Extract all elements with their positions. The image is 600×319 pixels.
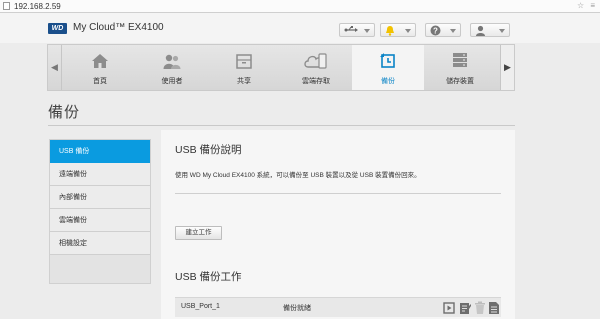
- user-menu-button[interactable]: [470, 23, 510, 37]
- nav-label: 雲端存取: [302, 78, 330, 85]
- cloud-access-icon: [304, 52, 328, 70]
- help-menu-button[interactable]: ?: [425, 23, 461, 37]
- sidebar-item-usb-backup[interactable]: USB 備份: [50, 140, 150, 163]
- edit-icon[interactable]: [459, 301, 471, 315]
- wd-logo: WD: [48, 23, 67, 34]
- main-content: USB 備份說明 使用 WD My Cloud EX4100 系統，可以備份至 …: [161, 130, 515, 319]
- nav-label: 首頁: [93, 78, 107, 85]
- product-name: My Cloud™ EX4100: [73, 22, 164, 33]
- user-icon: [475, 25, 486, 36]
- create-job-button[interactable]: 建立工作: [175, 226, 222, 240]
- sidebar-item-camera-settings[interactable]: 相機設定: [50, 232, 150, 255]
- users-icon: [163, 52, 181, 70]
- sidebar-item-cloud-backup[interactable]: 雲端備份: [50, 209, 150, 232]
- nav-item-users[interactable]: 使用者: [136, 45, 208, 90]
- job-status: 備份就緒: [283, 305, 311, 312]
- divider: [48, 125, 515, 126]
- help-icon: ?: [430, 25, 441, 36]
- section-title: USB 備份說明: [175, 144, 242, 156]
- alerts-menu-button[interactable]: [380, 23, 416, 37]
- page-icon: [3, 2, 10, 10]
- storage-icon: [451, 52, 469, 70]
- job-name: USB_Port_1: [181, 303, 220, 310]
- usb-icon: [344, 25, 358, 35]
- nav-scroll-left[interactable]: ◀: [48, 45, 62, 90]
- nav-label: 儲存裝置: [446, 78, 474, 85]
- description-text: 使用 WD My Cloud EX4100 系統，可以備份至 USB 裝置以及從…: [175, 172, 421, 179]
- home-icon: [91, 52, 109, 70]
- nav-item-backup[interactable]: 備份: [352, 45, 424, 90]
- app-header: WD My Cloud™ EX4100 ?: [0, 13, 600, 43]
- table-row[interactable]: USB_Port_1 備份就緒: [175, 297, 501, 317]
- sidebar: USB 備份 遠端備份 內部備份 雲端備份 相機設定: [49, 139, 151, 284]
- browser-menu-icons[interactable]: ☆ ≡: [577, 0, 597, 12]
- section-title: USB 備份工作: [175, 271, 242, 283]
- usb-menu-button[interactable]: [339, 23, 375, 37]
- nav-label: 共享: [237, 78, 251, 85]
- nav-item-shares[interactable]: 共享: [208, 45, 280, 90]
- chevron-down-icon: [405, 29, 411, 33]
- chevron-down-icon: [499, 29, 505, 33]
- nav-item-home[interactable]: 首頁: [64, 45, 136, 90]
- page-title: 備份: [48, 104, 81, 121]
- nav-scroll-right[interactable]: ▶: [500, 45, 514, 90]
- nav-label: 使用者: [161, 78, 183, 85]
- svg-text:?: ?: [433, 26, 438, 35]
- main-nav: ◀ 首頁 使用者 共享 雲端存取 備份 儲存裝置 ▶: [47, 44, 515, 91]
- nav-item-cloud-access[interactable]: 雲端存取: [280, 45, 352, 90]
- alert-bell-icon: [385, 25, 395, 36]
- details-icon[interactable]: [488, 301, 500, 315]
- nav-label: 備份: [381, 78, 395, 85]
- run-icon[interactable]: [443, 301, 455, 315]
- sidebar-item-remote-backup[interactable]: 遠端備份: [50, 163, 150, 186]
- divider: [175, 193, 501, 194]
- chevron-down-icon: [364, 29, 370, 33]
- sidebar-item-internal-backup[interactable]: 內部備份: [50, 186, 150, 209]
- backup-icon: [379, 52, 397, 70]
- chevron-down-icon: [450, 29, 456, 33]
- url-text[interactable]: 192.168.2.59: [14, 1, 61, 12]
- browser-address-bar[interactable]: 192.168.2.59 ☆ ≡: [0, 0, 600, 13]
- delete-icon[interactable]: [474, 301, 486, 315]
- share-folder-icon: [235, 52, 253, 70]
- nav-item-storage[interactable]: 儲存裝置: [424, 45, 496, 90]
